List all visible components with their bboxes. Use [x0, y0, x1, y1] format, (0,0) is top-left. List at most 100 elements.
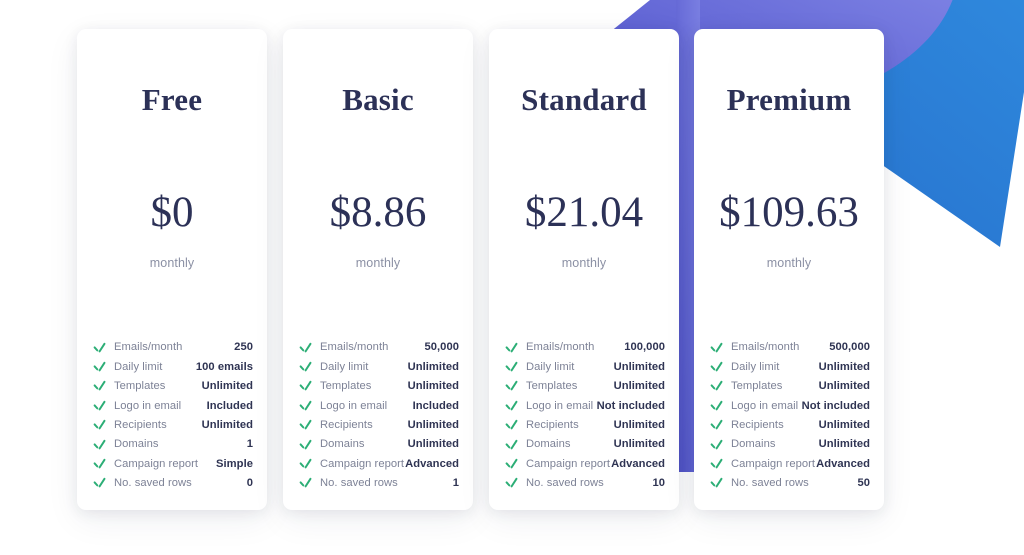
feature-row: Domains Unlimited: [710, 435, 870, 454]
check-icon: [505, 418, 519, 432]
feature-list: Emails/month 250 Daily limit 100 emails …: [77, 338, 267, 493]
feature-row: Daily limit Unlimited: [299, 357, 459, 376]
feature-label: Campaign report: [731, 457, 816, 470]
feature-row: Templates Unlimited: [505, 377, 665, 396]
feature-label: Daily limit: [731, 360, 780, 373]
feature-value: 50: [857, 477, 870, 490]
feature-label: Templates: [320, 380, 372, 393]
feature-row: Campaign report Advanced: [299, 454, 459, 473]
plan-name: Premium: [726, 82, 852, 117]
pricing-card-standard[interactable]: Standard $21.04 monthly Emails/month 100…: [489, 29, 679, 510]
feature-label: Campaign report: [114, 457, 199, 470]
pricing-plans-section: Free $0 monthly Emails/month 250 Daily l…: [0, 0, 1024, 555]
feature-row: Recipients Unlimited: [299, 415, 459, 434]
plan-billing-period: monthly: [355, 255, 401, 270]
check-icon: [93, 340, 107, 354]
feature-value: 100 emails: [195, 360, 253, 373]
feature-label: Logo in email: [731, 399, 799, 412]
feature-label: No. saved rows: [526, 477, 604, 490]
feature-value: 10: [652, 477, 665, 490]
feature-value: Unlimited: [201, 418, 253, 431]
feature-value: Advanced: [816, 457, 870, 470]
plan-name: Basic: [342, 82, 414, 117]
pricing-card-basic[interactable]: Basic $8.86 monthly Emails/month 50,000 …: [283, 29, 473, 510]
feature-value: 0: [246, 477, 253, 490]
plan-billing-period: monthly: [561, 255, 607, 270]
check-icon: [299, 476, 313, 490]
check-icon: [299, 399, 313, 413]
check-icon: [505, 399, 519, 413]
feature-label: Campaign report: [526, 457, 611, 470]
feature-label: Domains: [731, 438, 776, 451]
feature-row: Campaign report Advanced: [505, 454, 665, 473]
feature-value: Included: [412, 399, 459, 412]
pricing-card-free[interactable]: Free $0 monthly Emails/month 250 Daily l…: [77, 29, 267, 510]
plan-billing-period: monthly: [149, 255, 195, 270]
feature-value: Unlimited: [407, 380, 459, 393]
feature-row: Daily limit Unlimited: [710, 357, 870, 376]
feature-list: Emails/month 50,000 Daily limit Unlimite…: [283, 338, 473, 493]
check-icon: [505, 379, 519, 393]
feature-label: No. saved rows: [731, 477, 809, 490]
plan-price: $109.63: [719, 188, 859, 236]
feature-label: Daily limit: [114, 360, 163, 373]
feature-row: Logo in email Not included: [710, 396, 870, 415]
check-icon: [710, 457, 724, 471]
feature-label: Domains: [114, 438, 159, 451]
feature-label: Recipients: [320, 418, 373, 431]
feature-value: Unlimited: [818, 360, 870, 373]
feature-value: Unlimited: [407, 418, 459, 431]
feature-row: No. saved rows 50: [710, 473, 870, 492]
feature-row: Logo in email Included: [93, 396, 253, 415]
check-icon: [505, 340, 519, 354]
check-icon: [710, 360, 724, 374]
check-icon: [93, 399, 107, 413]
feature-value: Unlimited: [818, 418, 870, 431]
feature-value: 1: [452, 477, 459, 490]
feature-row: Recipients Unlimited: [93, 415, 253, 434]
feature-label: Templates: [731, 380, 783, 393]
plan-price: $21.04: [524, 188, 644, 236]
feature-value: Unlimited: [818, 438, 870, 451]
feature-row: Templates Unlimited: [710, 377, 870, 396]
feature-label: Logo in email: [526, 399, 594, 412]
check-icon: [299, 340, 313, 354]
check-icon: [299, 418, 313, 432]
feature-row: Recipients Unlimited: [505, 415, 665, 434]
plan-name: Standard: [521, 82, 647, 117]
feature-value: Advanced: [405, 457, 459, 470]
check-icon: [710, 476, 724, 490]
feature-value: 250: [234, 341, 253, 354]
feature-label: Recipients: [114, 418, 167, 431]
feature-list: Emails/month 500,000 Daily limit Unlimit…: [694, 338, 884, 493]
check-icon: [93, 379, 107, 393]
check-icon: [505, 437, 519, 451]
feature-row: Emails/month 100,000: [505, 338, 665, 357]
check-icon: [299, 437, 313, 451]
feature-label: Daily limit: [526, 360, 575, 373]
feature-label: Campaign report: [320, 457, 405, 470]
feature-value: 1: [246, 438, 253, 451]
feature-value: Not included: [596, 399, 665, 412]
feature-value: Unlimited: [613, 438, 665, 451]
feature-row: Templates Unlimited: [93, 377, 253, 396]
feature-value: Unlimited: [613, 418, 665, 431]
feature-row: Domains Unlimited: [505, 435, 665, 454]
feature-label: Emails/month: [320, 341, 389, 354]
check-icon: [93, 418, 107, 432]
feature-value: Unlimited: [613, 360, 665, 373]
feature-row: Campaign report Simple: [93, 454, 253, 473]
pricing-card-premium[interactable]: Premium $109.63 monthly Emails/month 500…: [694, 29, 884, 510]
feature-row: Daily limit 100 emails: [93, 357, 253, 376]
feature-row: Domains 1: [93, 435, 253, 454]
feature-row: Emails/month 250: [93, 338, 253, 357]
check-icon: [505, 476, 519, 490]
check-icon: [710, 399, 724, 413]
feature-row: No. saved rows 1: [299, 473, 459, 492]
feature-row: No. saved rows 0: [93, 473, 253, 492]
check-icon: [299, 457, 313, 471]
check-icon: [505, 360, 519, 374]
feature-label: Daily limit: [320, 360, 369, 373]
feature-label: Recipients: [526, 418, 579, 431]
feature-value: Simple: [216, 457, 253, 470]
